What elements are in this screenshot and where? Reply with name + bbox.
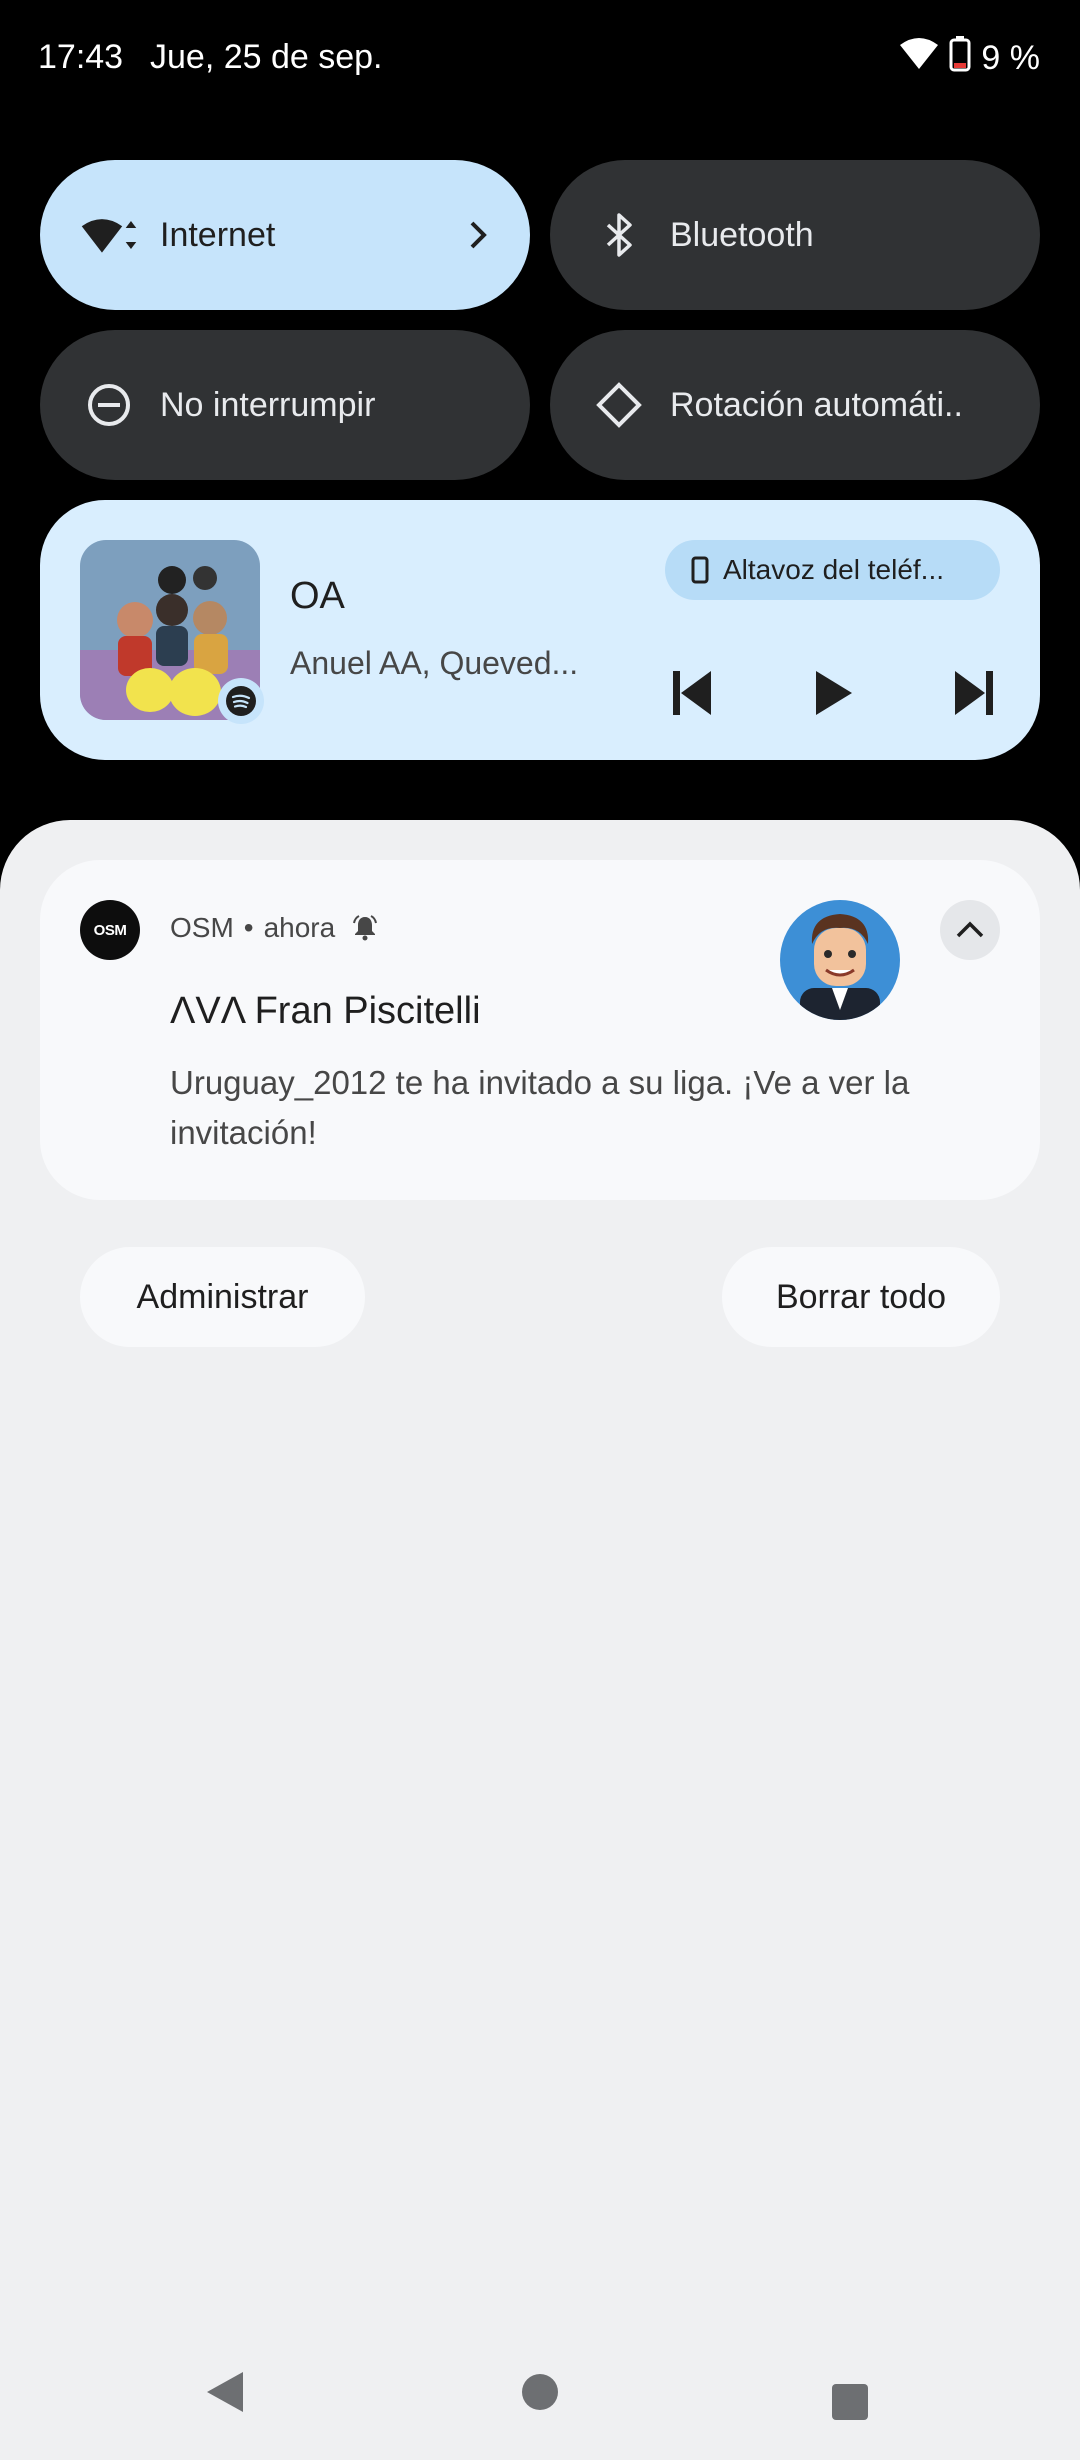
wifi-icon <box>899 37 939 80</box>
previous-button[interactable] <box>658 660 728 730</box>
tile-rotation-label: Rotación automáti.. <box>670 385 963 424</box>
status-time: 17:43 <box>38 38 124 76</box>
next-icon <box>951 669 995 722</box>
collapse-button[interactable] <box>940 900 1000 960</box>
status-icons: 9 % <box>899 36 1040 81</box>
clear-all-button[interactable]: Borrar todo <box>722 1247 1000 1347</box>
previous-icon <box>671 669 715 722</box>
output-device-chip[interactable]: Altavoz del teléf... <box>665 540 1000 600</box>
media-artist: Anuel AA, Queved... <box>290 645 579 681</box>
wifi-signal-icon <box>80 206 138 264</box>
play-button[interactable] <box>798 660 868 730</box>
osm-app-icon: OSM <box>80 900 140 960</box>
media-player-card[interactable]: OA Anuel AA, Queved... Altavoz del teléf… <box>40 500 1040 760</box>
status-date: Jue, 25 de sep. <box>150 38 383 76</box>
notification-time: ahora <box>263 912 336 943</box>
notification-app-name: OSM <box>170 912 234 943</box>
chevron-right-icon <box>466 215 490 264</box>
battery-icon <box>949 36 971 81</box>
back-button[interactable] <box>205 2370 245 2419</box>
alert-bell-icon <box>351 914 379 942</box>
notification-title: ΛVΛ Fran Piscitelli <box>170 990 481 1032</box>
play-icon <box>812 669 854 722</box>
home-icon <box>520 2374 560 2416</box>
auto-rotate-icon <box>590 376 648 434</box>
home-button[interactable] <box>520 2372 560 2417</box>
do-not-disturb-icon <box>80 376 138 434</box>
battery-percent: 9 % <box>981 39 1040 77</box>
bluetooth-icon <box>590 206 648 264</box>
output-device-label: Altavoz del teléf... <box>723 554 945 585</box>
tile-dnd-label: No interrumpir <box>160 385 376 424</box>
media-title: OA <box>290 575 345 617</box>
tile-bluetooth[interactable]: Bluetooth <box>550 160 1040 310</box>
notification-separator: • <box>243 912 254 943</box>
notification-shade: OSM OSM • ahora ΛVΛ Fran Piscitelli Urug… <box>0 820 1080 2460</box>
recents-icon <box>830 2384 870 2426</box>
chevron-up-icon <box>954 920 986 940</box>
tile-auto-rotate[interactable]: Rotación automáti.. <box>550 330 1040 480</box>
avatar <box>780 900 900 1020</box>
tile-internet-label: Internet <box>160 215 276 254</box>
recents-button[interactable] <box>830 2382 870 2427</box>
tile-bluetooth-label: Bluetooth <box>670 215 814 254</box>
back-icon <box>205 2372 245 2418</box>
notification-header: OSM • ahora <box>170 912 379 944</box>
notification-card[interactable]: OSM OSM • ahora ΛVΛ Fran Piscitelli Urug… <box>40 860 1040 1200</box>
manage-button[interactable]: Administrar <box>80 1247 365 1347</box>
next-button[interactable] <box>938 660 1008 730</box>
spotify-icon <box>218 678 264 724</box>
tile-internet[interactable]: Internet <box>40 160 530 310</box>
tile-do-not-disturb[interactable]: No interrumpir <box>40 330 530 480</box>
phone-icon <box>691 556 709 584</box>
notification-body: Uruguay_2012 te ha invitado a su liga. ¡… <box>170 1064 910 1151</box>
